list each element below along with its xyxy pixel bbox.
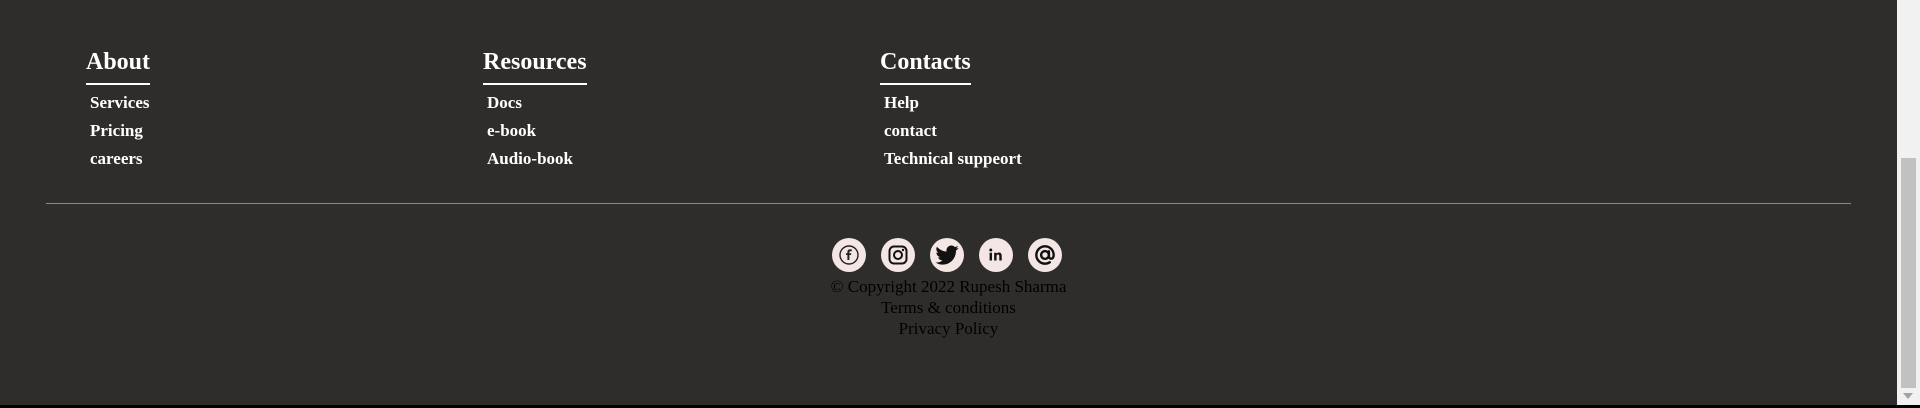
facebook-icon: [839, 245, 859, 265]
footer-link-technical-support[interactable]: Technical suppeort: [884, 145, 1277, 173]
copyright-text: © Copyright 2022 Rupesh Sharma: [830, 277, 1067, 296]
column-title: Resources: [483, 46, 587, 85]
footer-page: About Services Pricing careers Resources…: [0, 0, 1920, 405]
instagram-icon: [888, 245, 908, 265]
instagram-button[interactable]: [881, 238, 915, 272]
footer-column-resources: Resources Docs e-book Audio-book: [483, 46, 880, 173]
link-list: Services Pricing careers: [86, 89, 483, 173]
twitter-icon: [935, 245, 959, 265]
email-icon: [1035, 245, 1055, 265]
vertical-scrollbar[interactable]: [1897, 0, 1920, 405]
footer-link-careers[interactable]: careers: [90, 145, 483, 173]
twitter-button[interactable]: [930, 238, 964, 272]
social-links: [832, 238, 1062, 272]
footer-column-about: About Services Pricing careers: [86, 46, 483, 173]
footer-link-pricing[interactable]: Pricing: [90, 117, 483, 145]
footer-divider: [46, 203, 1851, 204]
linkedin-button[interactable]: [979, 238, 1013, 272]
footer-link-help[interactable]: Help: [884, 89, 1277, 117]
footer-legal: © Copyright 2022 Rupesh Sharma Terms & c…: [0, 276, 1897, 339]
column-title: About: [86, 46, 151, 85]
column-title: Contacts: [880, 46, 971, 85]
linkedin-icon: [989, 248, 1002, 261]
email-button[interactable]: [1028, 238, 1062, 272]
link-list: Help contact Technical suppeort: [880, 89, 1277, 173]
terms-link[interactable]: Terms & conditions: [0, 297, 1897, 318]
footer-link-docs[interactable]: Docs: [487, 89, 880, 117]
link-list: Docs e-book Audio-book: [483, 89, 880, 173]
footer-columns: About Services Pricing careers Resources…: [86, 46, 1277, 173]
footer-link-contact[interactable]: contact: [884, 117, 1277, 145]
privacy-link[interactable]: Privacy Policy: [0, 318, 1897, 339]
facebook-button[interactable]: [832, 238, 866, 272]
scroll-down-arrow-icon[interactable]: [1903, 393, 1913, 399]
footer-link-ebook[interactable]: e-book: [487, 117, 880, 145]
scrollbar-thumb[interactable]: [1901, 158, 1916, 388]
footer-link-audiobook[interactable]: Audio-book: [487, 145, 880, 173]
footer-column-contacts: Contacts Help contact Technical suppeort: [880, 46, 1277, 173]
footer-link-services[interactable]: Services: [90, 89, 483, 117]
